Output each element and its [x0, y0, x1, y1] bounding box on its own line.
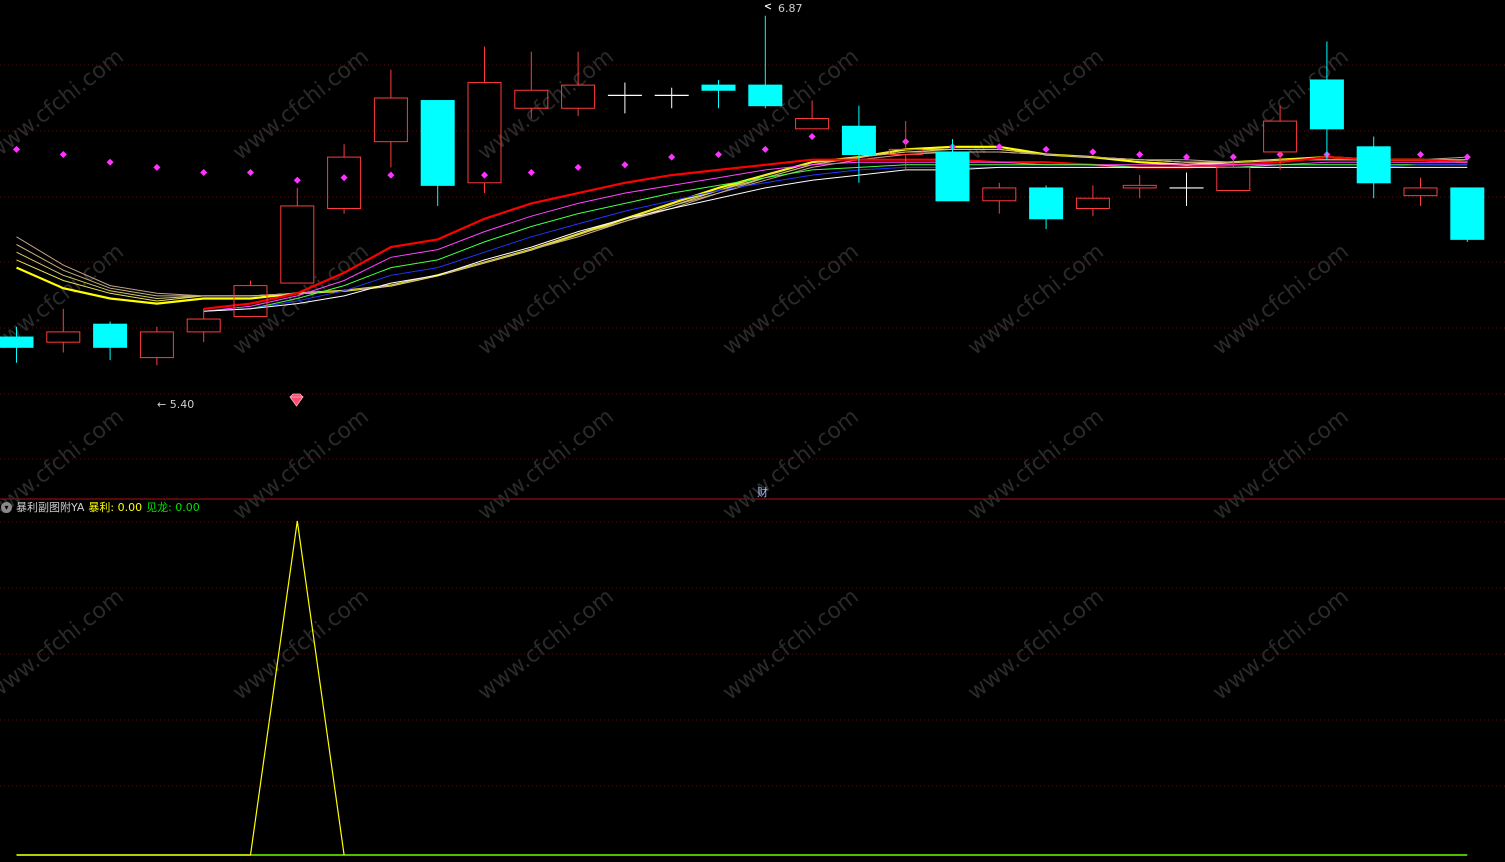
watermark: www.cfchi.com [963, 584, 1108, 705]
watermark: www.cfchi.com [1208, 239, 1353, 360]
cai-marker[interactable]: 财 [757, 484, 768, 500]
candle [1356, 136, 1391, 199]
low-price-value: 5.40 [169, 398, 195, 411]
indicator-name[interactable]: 暴利副图附YA [16, 499, 84, 515]
candle-body [1403, 187, 1438, 197]
signal-dot [153, 163, 161, 171]
kline-chart[interactable]: www.cfchi.com www.cfchi.com www.cfchi.com w… [0, 0, 1505, 862]
signal-dot [1136, 150, 1144, 159]
signal-dot [200, 168, 208, 177]
candle-body [1450, 187, 1485, 240]
candle [701, 79, 736, 109]
signal-dot [1089, 148, 1097, 156]
watermark: www.cfchi.com [228, 404, 373, 525]
candle-body [982, 187, 1017, 202]
candle [1029, 185, 1064, 230]
watermark: www.cfchi.com [0, 584, 129, 705]
candle-body [1122, 184, 1157, 189]
low-price-label: ← 5.40 [157, 398, 195, 411]
candle [1075, 185, 1110, 217]
signal-dot [668, 153, 676, 161]
candle [982, 182, 1017, 214]
signal-dot [59, 150, 67, 159]
candle-body [139, 331, 174, 359]
candle-body [280, 205, 315, 284]
candle [748, 15, 783, 109]
candle-body [186, 318, 221, 333]
candle [280, 187, 315, 284]
candle [93, 321, 128, 361]
indicator-value-2: 见龙: 0.00 [146, 501, 200, 514]
diamond-icon [289, 393, 304, 407]
candle-body [795, 118, 830, 130]
candle [1450, 187, 1485, 242]
candle-body [1309, 79, 1344, 130]
candle [373, 69, 408, 168]
signal-dot [1042, 145, 1050, 153]
watermark: www.cfchi.com [228, 584, 373, 705]
candle-body [935, 151, 970, 202]
signal-dot [387, 171, 395, 179]
candle [186, 308, 221, 343]
candle [514, 51, 549, 119]
candle-body [1216, 166, 1251, 192]
signal-dot [574, 163, 582, 171]
high-price-label: 6.87 [778, 2, 803, 15]
signal-dot [340, 174, 348, 182]
signal-dot [527, 168, 535, 177]
signal-dot [293, 176, 301, 184]
candle [420, 100, 455, 206]
candle [139, 326, 174, 366]
collapse-icon[interactable]: ▾ [1, 501, 12, 513]
candle-body [1075, 197, 1110, 210]
candle-body [841, 125, 876, 156]
signal-dot [106, 158, 114, 166]
candle-body [93, 323, 128, 348]
high-pointer-icon [764, 3, 772, 10]
watermark: www.cfchi.com [718, 584, 863, 705]
signal-dot [480, 171, 489, 179]
watermark: www.cfchi.com [473, 404, 618, 525]
watermark: www.cfchi.com [1208, 404, 1353, 525]
candle-body [0, 336, 34, 348]
watermark: www.cfchi.com [718, 404, 863, 525]
indicator-header: ▾ 暴利副图附YA 暴利: 0.00 见龙: 0.00 [0, 499, 200, 515]
watermark: www.cfchi.com [963, 239, 1108, 360]
watermark: www.cfchi.com [473, 584, 618, 705]
candle-body [1356, 146, 1391, 184]
watermark: www.cfchi.com [718, 239, 863, 360]
signal-dot [808, 132, 816, 141]
candle [1403, 177, 1438, 206]
candle [467, 46, 502, 194]
signal-dot [1416, 150, 1425, 159]
signal-dot [621, 161, 629, 169]
candle [654, 87, 689, 109]
watermark: www.cfchi.com [963, 404, 1108, 525]
watermark: www.cfchi.com [1208, 584, 1353, 705]
candle-body [373, 97, 408, 143]
watermarks: www.cfchi.com www.cfchi.com www.cfchi.com w… [0, 44, 1354, 705]
signal-dot [761, 145, 769, 153]
watermark: www.cfchi.com [228, 44, 373, 165]
watermark: www.cfchi.com [718, 44, 863, 165]
indicator-line [16, 520, 345, 856]
candle [1169, 172, 1204, 206]
watermark: www.cfchi.com [473, 44, 618, 165]
watermark: www.cfchi.com [0, 44, 129, 165]
signal-dot [246, 168, 255, 177]
candle-body [46, 331, 81, 343]
candle [1122, 175, 1157, 199]
candle-body [1029, 187, 1064, 220]
indicator-value-1: 暴利: 0.00 [88, 501, 143, 514]
candle [607, 82, 642, 114]
candle-body [701, 84, 736, 91]
candle-body [327, 156, 362, 210]
candle-body [748, 84, 783, 107]
signal-dot [714, 150, 723, 159]
candle-body [420, 100, 455, 186]
